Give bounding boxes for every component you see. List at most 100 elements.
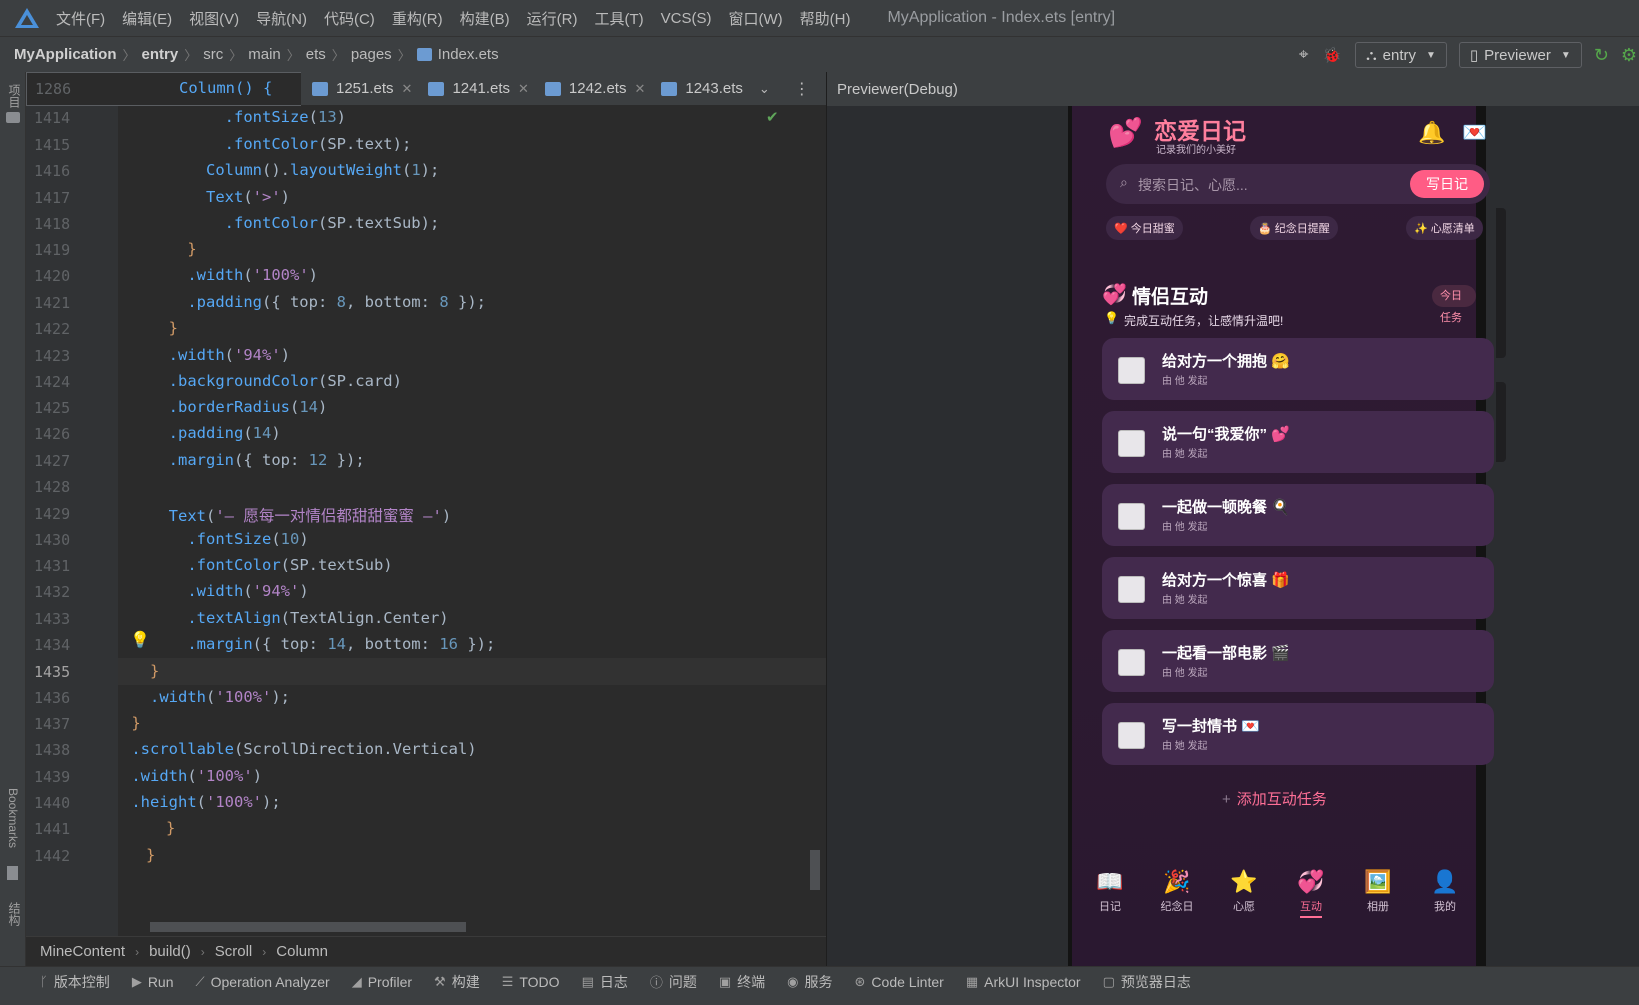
code-line: .borderRadius(14) — [168, 398, 328, 416]
tool-profiler[interactable]: ◢ Profiler — [352, 974, 412, 990]
project-tool-button[interactable]: 项目 — [6, 84, 23, 108]
tool-todo[interactable]: ☰ TODO — [502, 974, 560, 990]
tool-run[interactable]: ▶ Run — [132, 974, 174, 990]
code-line: .width('100%') — [131, 767, 263, 785]
task-initiator: 由 她 发起 — [1162, 595, 1208, 606]
task-checkbox[interactable] — [1118, 357, 1145, 384]
chip-anniversary[interactable]: 🎂 纪念日提醒 — [1250, 216, 1338, 240]
crumb-module[interactable]: entry — [142, 46, 179, 63]
menu-help[interactable]: 帮助(H) — [800, 8, 851, 29]
menu-refactor[interactable]: 重构(R) — [392, 8, 443, 29]
menu-edit[interactable]: 编辑(E) — [122, 8, 172, 29]
device-selector[interactable]: ▯ Previewer ▼ — [1458, 42, 1582, 68]
task-card[interactable]: 说一句“我爱你” 💕 由 她 发起 — [1102, 411, 1494, 473]
menu-navigate[interactable]: 导航(N) — [256, 8, 307, 29]
add-task-label: 添加互动任务 — [1236, 791, 1327, 808]
tab-1251[interactable]: 1251.ets ✕ — [304, 72, 420, 106]
bell-icon[interactable]: 🔔 — [1418, 120, 1445, 146]
task-checkbox[interactable] — [1118, 649, 1145, 676]
more-icon[interactable]: ⋮ — [794, 79, 810, 99]
horizontal-scrollbar[interactable] — [150, 922, 466, 932]
tab-1243[interactable]: 1243.ets — [653, 72, 751, 106]
bookmarks-tool-button[interactable]: Bookmarks — [6, 788, 20, 848]
tool-services[interactable]: ◉ 服务 — [787, 972, 832, 992]
task-card[interactable]: 给对方一个拥抱 🤗 由 他 发起 — [1102, 338, 1494, 400]
chip-today-sweet[interactable]: ❤️ 今日甜蜜 — [1106, 216, 1183, 240]
chip-wishlist[interactable]: ✨ 心愿清单 — [1406, 216, 1483, 240]
refresh-icon[interactable]: ↻ — [1594, 45, 1609, 66]
add-task-button[interactable]: + 添加互动任务 — [1222, 788, 1327, 809]
menu-build[interactable]: 构建(B) — [460, 8, 510, 29]
tool-terminal[interactable]: ▣ 终端 — [719, 972, 765, 992]
bug-icon[interactable]: 🐞 — [1322, 46, 1341, 64]
task-card[interactable]: 一起做一顿晚餐 🍳 由 他 发起 — [1102, 484, 1494, 546]
play-icon: ▶ — [131, 973, 142, 989]
code-line: } — [187, 240, 197, 258]
task-card[interactable]: 写一封情书 💌 由 她 发起 — [1102, 703, 1494, 765]
target-icon[interactable]: ⌖ — [1299, 45, 1309, 65]
menu-view[interactable]: 视图(V) — [189, 8, 239, 29]
code-line: } — [168, 319, 179, 337]
gear-icon[interactable]: ⚙ — [1621, 45, 1637, 66]
crumb-struct[interactable]: MineContent — [40, 943, 125, 960]
menu-file[interactable]: 文件(F) — [56, 8, 105, 29]
tool-version-control[interactable]: ᚴ 版本控制 — [40, 972, 110, 992]
close-icon[interactable]: ✕ — [634, 81, 645, 97]
tab-1242[interactable]: 1242.ets ✕ — [537, 72, 653, 106]
task-checkbox[interactable] — [1118, 430, 1145, 457]
menu-run[interactable]: 运行(R) — [527, 8, 578, 29]
crumb-column[interactable]: Column — [276, 943, 328, 960]
module-icon: ⛬ — [1366, 46, 1377, 64]
tool-arkui-inspector[interactable]: ▦ ArkUI Inspector — [966, 974, 1081, 990]
app-screen[interactable]: 💕 恋爱日记 记录我们的小美好 🔔 💌 ⌕ 搜索日记、心愿... 写日记 ❤️ … — [1068, 106, 1494, 966]
menu-tools[interactable]: 工具(T) — [594, 8, 643, 29]
structure-tool-button[interactable]: 结构 — [6, 902, 23, 926]
vertical-scrollbar[interactable] — [810, 850, 820, 890]
lightbulb-icon[interactable]: 💡 — [130, 630, 150, 650]
tab-wish[interactable]: ⭐ 心愿 — [1214, 868, 1274, 914]
crumb-file[interactable]: Index.ets — [416, 46, 499, 63]
info-icon: ⓘ — [649, 975, 663, 990]
tab-diary[interactable]: 📖 日记 — [1080, 868, 1140, 914]
crumb-pages[interactable]: pages — [351, 46, 392, 63]
sticky-scope-header[interactable]: 1286 Column() { — [26, 72, 301, 106]
tool-previewer-log[interactable]: ▢ 预览器日志 — [1103, 972, 1191, 992]
crumb-src[interactable]: src — [203, 46, 223, 63]
menu-vcs[interactable]: VCS(S) — [661, 10, 712, 27]
write-diary-button[interactable]: 写日记 — [1410, 170, 1484, 198]
tool-build[interactable]: ⚒ 构建 — [434, 972, 480, 992]
code-editor[interactable]: 1414 1415 1416 1417 1418 1419 1420 1421 1422 1423… — [26, 106, 826, 936]
code-line: .fontColor(SP.textSub); — [224, 214, 440, 232]
close-icon[interactable]: ✕ — [518, 81, 529, 97]
crumb-main[interactable]: main — [248, 46, 281, 63]
search-bar[interactable]: ⌕ 搜索日记、心愿... 写日记 — [1106, 164, 1490, 204]
tab-interaction[interactable]: 💞 互动 — [1281, 868, 1341, 918]
task-checkbox[interactable] — [1118, 576, 1145, 603]
chevron-down-icon[interactable]: ⌄ — [759, 81, 770, 97]
love-letter-icon[interactable]: 💌 — [1462, 120, 1487, 145]
module-selector[interactable]: ⛬ entry ▼ — [1355, 42, 1447, 68]
task-card[interactable]: 一起看一部电影 🎬 由 他 发起 — [1102, 630, 1494, 692]
check-icon: ✔ — [766, 109, 779, 126]
task-checkbox[interactable] — [1118, 503, 1145, 530]
code-line: .width('94%') — [187, 582, 309, 600]
menu-code[interactable]: 代码(C) — [324, 8, 375, 29]
tool-code-linter[interactable]: ⊛ Code Linter — [855, 974, 944, 990]
tool-problems[interactable]: ⓘ 问题 — [650, 972, 697, 992]
tab-mine[interactable]: 👤 我的 — [1415, 868, 1475, 914]
menu-window[interactable]: 窗口(W) — [728, 8, 782, 29]
crumb-method[interactable]: build() — [149, 943, 191, 960]
tab-1241[interactable]: 1241.ets ✕ — [420, 72, 536, 106]
task-checkbox[interactable] — [1118, 722, 1145, 749]
tab-album[interactable]: 🖼️ 相册 — [1348, 868, 1408, 914]
chevron-right-icon: 〉 — [286, 48, 300, 63]
task-initiator: 由 他 发起 — [1162, 376, 1208, 387]
tab-anniversary[interactable]: 🎉 纪念日 — [1147, 868, 1207, 914]
crumb-scroll[interactable]: Scroll — [215, 943, 253, 960]
close-icon[interactable]: ✕ — [402, 81, 413, 97]
crumb-project[interactable]: MyApplication — [14, 46, 117, 63]
tool-log[interactable]: ▤ 日志 — [582, 972, 628, 992]
task-card[interactable]: 给对方一个惊喜 🎁 由 她 发起 — [1102, 557, 1494, 619]
tool-operation-analyzer[interactable]: ⟋ Operation Analyzer — [196, 974, 330, 990]
crumb-ets[interactable]: ets — [306, 46, 326, 63]
